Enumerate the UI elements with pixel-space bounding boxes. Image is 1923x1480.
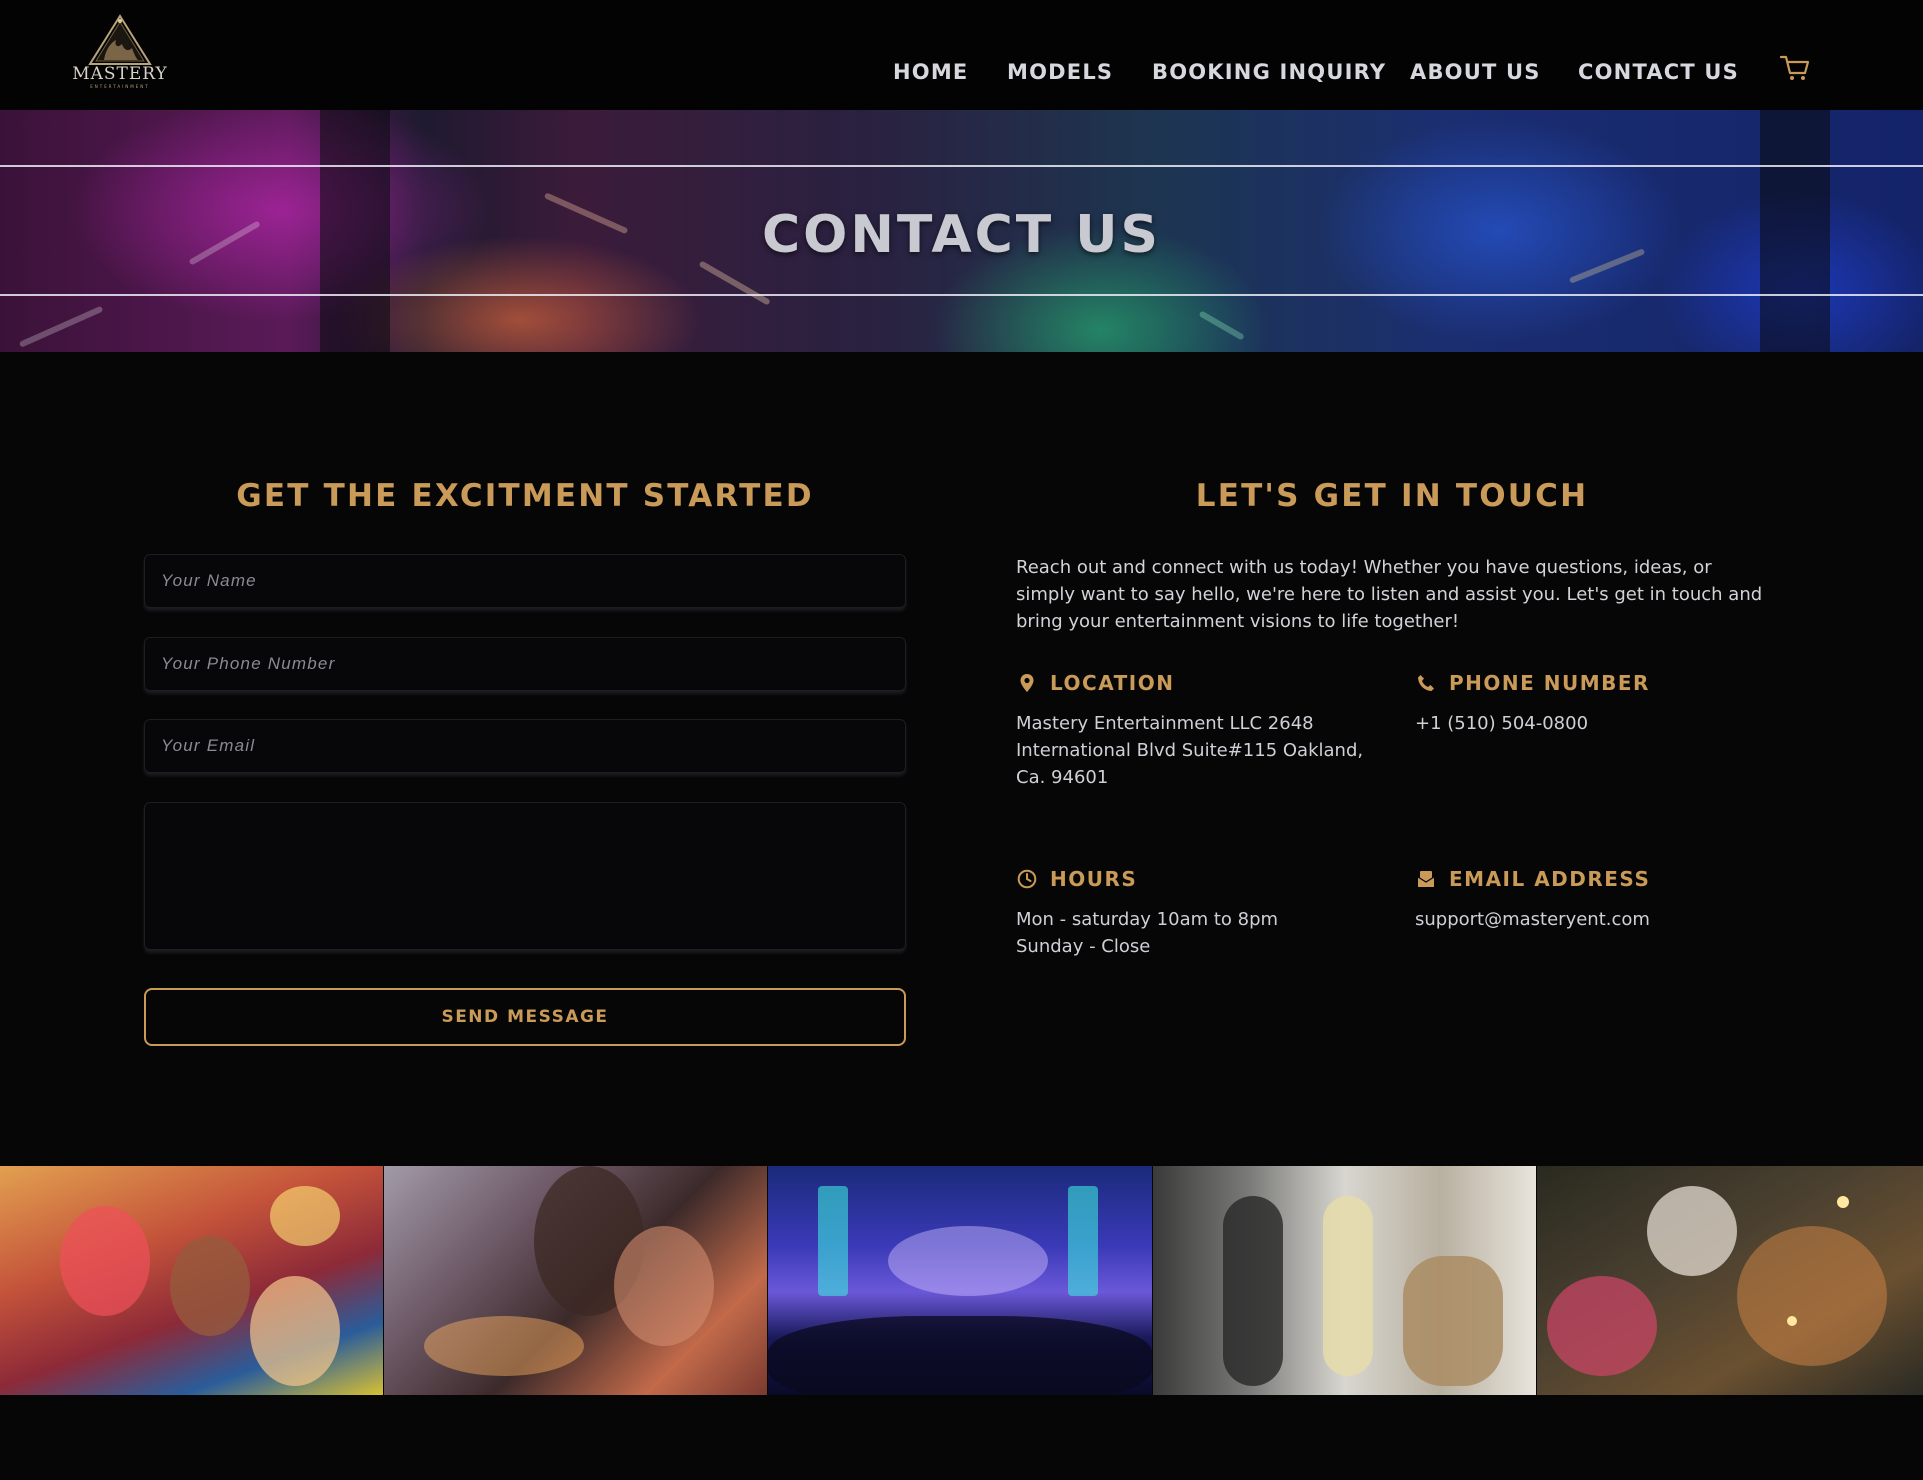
shopping-cart-icon[interactable] <box>1779 54 1810 82</box>
confetti-streak <box>18 305 104 348</box>
location-block: LOCATION Mastery Entertainment LLC 2648 … <box>1016 668 1376 791</box>
logo-emblem-icon <box>88 14 152 65</box>
hours-block: HOURS Mon - saturday 10am to 8pm Sunday … <box>1016 864 1376 960</box>
nav-booking-inquiry[interactable]: BOOKING INQUIRY <box>1152 60 1386 84</box>
brand-name: MASTERY <box>72 64 168 84</box>
nav-home[interactable]: HOME <box>893 60 968 84</box>
business-hours: Mon - saturday 10am to 8pm Sunday - Clos… <box>1016 909 1279 957</box>
contact-heading: LET'S GET IN TOUCH <box>1195 478 1589 514</box>
gallery-photo-crowd[interactable] <box>0 1166 383 1395</box>
confetti-streak <box>698 260 771 306</box>
photo-gallery <box>0 1166 1923 1395</box>
phone-number[interactable]: +1 (510) 504-0800 <box>1415 710 1775 737</box>
brand-tagline: ENTERTAINMENT <box>90 84 150 89</box>
phone-title: PHONE NUMBER <box>1449 671 1650 695</box>
phone-block: PHONE NUMBER +1 (510) 504-0800 <box>1415 668 1775 737</box>
confetti-streak <box>1198 310 1245 341</box>
page-title: CONTACT US <box>762 205 1161 265</box>
phone-icon <box>1415 672 1437 694</box>
nav-models[interactable]: MODELS <box>1007 60 1113 84</box>
nav-contact-us[interactable]: CONTACT US <box>1578 60 1739 84</box>
gallery-photo-dinner-party[interactable] <box>1537 1166 1923 1395</box>
email-address[interactable]: support@masteryent.com <box>1415 906 1775 933</box>
message-textarea[interactable] <box>144 802 906 950</box>
email-title: EMAIL ADDRESS <box>1449 867 1651 891</box>
email-input[interactable] <box>144 719 906 773</box>
send-message-button[interactable]: SEND MESSAGE <box>144 988 906 1046</box>
envelope-icon <box>1415 868 1437 890</box>
brand-logo[interactable]: MASTERY ENTERTAINMENT <box>72 14 168 92</box>
site-header: MASTERY ENTERTAINMENT HOME MODELS BOOKIN… <box>0 0 1923 110</box>
gallery-photo-friends[interactable] <box>384 1166 767 1395</box>
map-pin-icon <box>1016 672 1038 694</box>
hero-bottom-rule <box>0 294 1923 296</box>
nav-about-us[interactable]: ABOUT US <box>1410 60 1541 84</box>
clock-icon <box>1016 868 1038 890</box>
email-block: EMAIL ADDRESS support@masteryent.com <box>1415 864 1775 933</box>
form-heading: GET THE EXCITMENT STARTED <box>236 478 814 514</box>
gallery-photo-concert[interactable] <box>768 1166 1152 1395</box>
contact-intro: Reach out and connect with us today! Whe… <box>1016 557 1763 632</box>
hero-top-rule <box>0 165 1923 167</box>
location-title: LOCATION <box>1050 671 1175 695</box>
name-input[interactable] <box>144 554 906 608</box>
hours-title: HOURS <box>1050 867 1138 891</box>
phone-input[interactable] <box>144 637 906 691</box>
location-address: Mastery Entertainment LLC 2648 Internati… <box>1016 713 1364 788</box>
hero-banner: CONTACT US <box>0 110 1923 352</box>
gallery-photo-film-crew[interactable] <box>1153 1166 1536 1395</box>
